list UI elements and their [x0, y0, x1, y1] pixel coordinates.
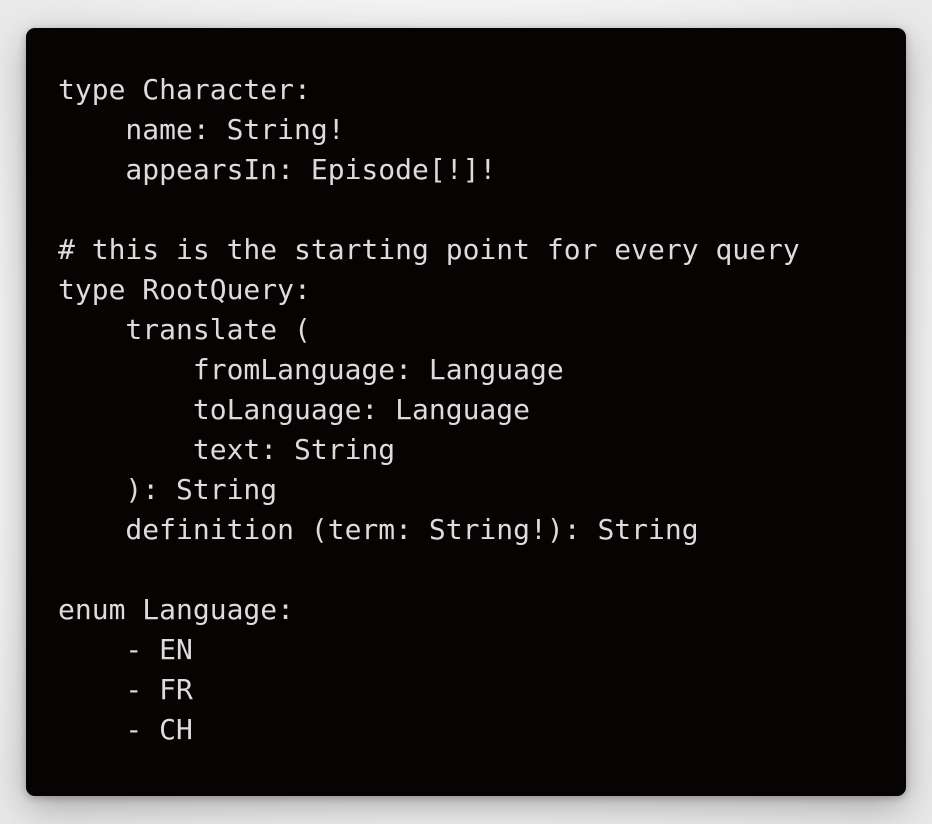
code-line-7: translate (	[58, 313, 311, 346]
code-line-11: ): String	[58, 473, 278, 506]
code-line-1: type Character:	[58, 73, 311, 106]
code-line-14: enum Language:	[58, 593, 295, 626]
code-line-9: toLanguage: Language	[58, 393, 531, 426]
code-window: type Character: name: String! appearsIn:…	[26, 28, 906, 796]
code-line-16: - FR	[58, 673, 193, 706]
code-line-6: type RootQuery:	[58, 273, 311, 306]
code-line-3: appearsIn: Episode[!]!	[58, 153, 497, 186]
code-line-17: - CH	[58, 713, 193, 746]
code-line-8: fromLanguage: Language	[58, 353, 564, 386]
code-line-5: # this is the starting point for every q…	[58, 233, 800, 266]
code-line-12: definition (term: String!): String	[58, 513, 699, 546]
code-line-15: - EN	[58, 633, 193, 666]
code-line-2: name: String!	[58, 113, 345, 146]
code-block: type Character: name: String! appearsIn:…	[58, 70, 800, 750]
code-line-10: text: String	[58, 433, 396, 466]
